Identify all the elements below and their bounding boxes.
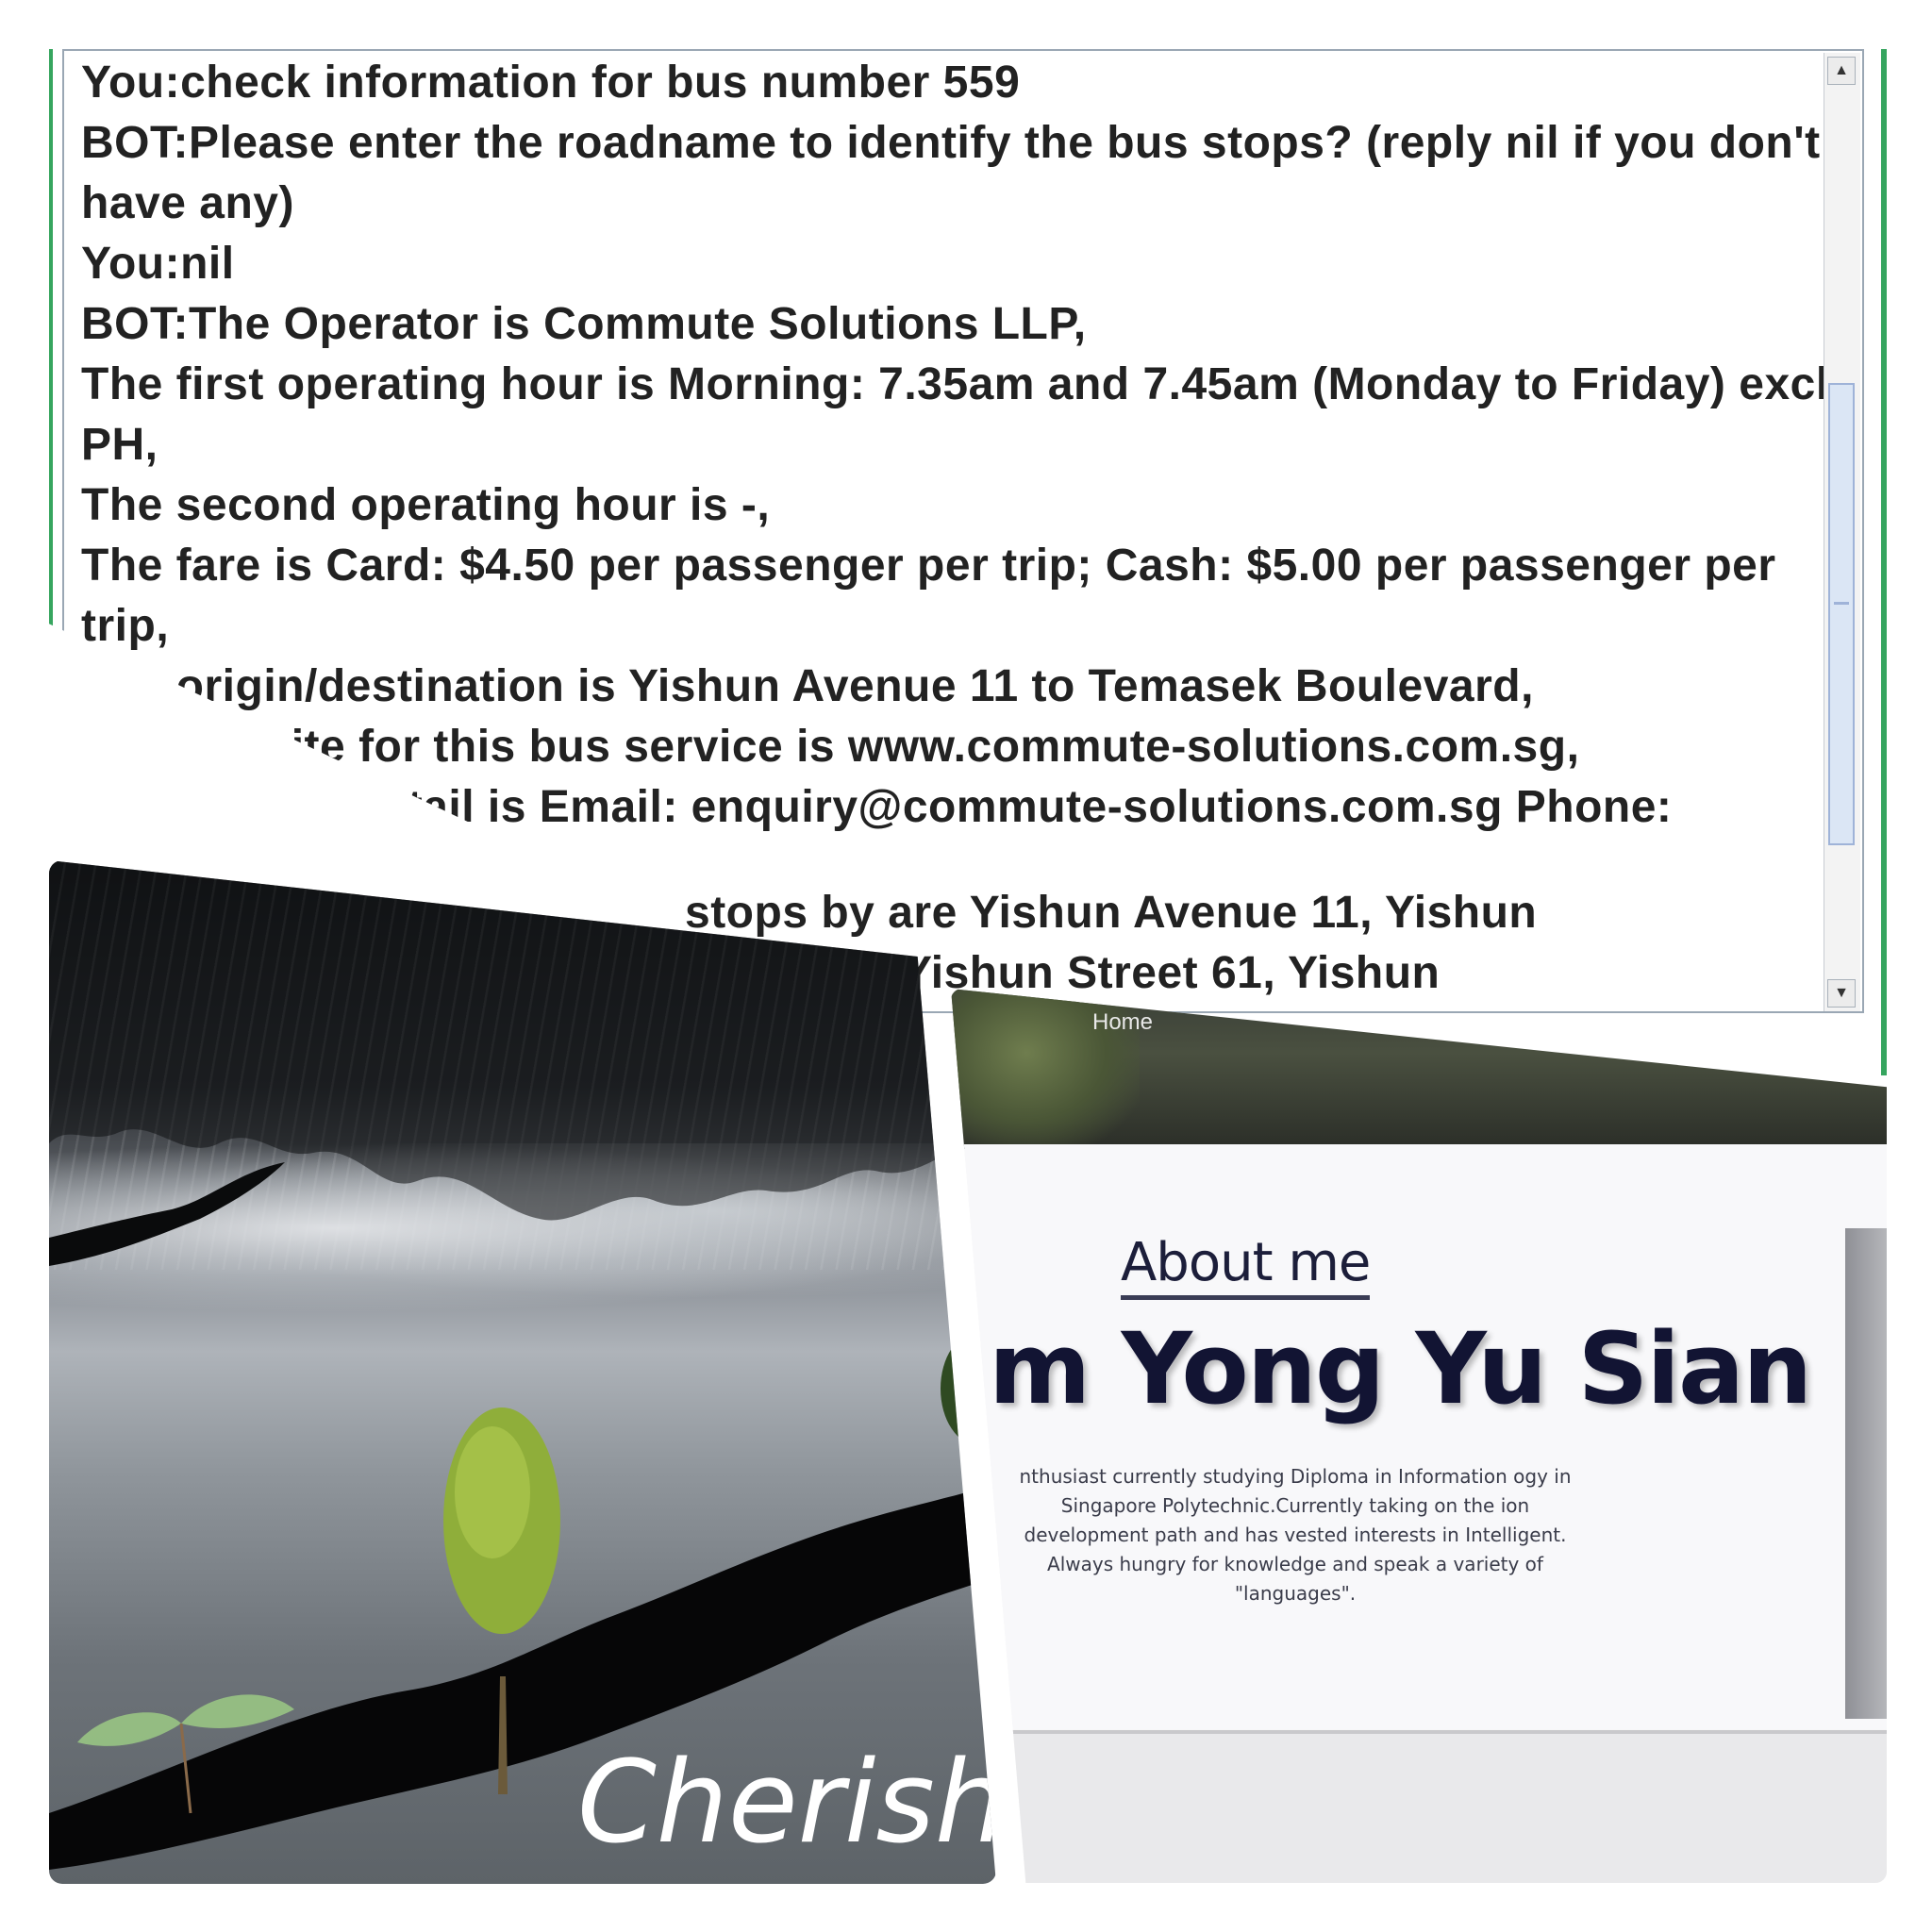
chat-line-bot: The second operating hour is -, <box>81 480 771 530</box>
seedling-leaf-right <box>181 1694 294 1728</box>
scroll-down-icon[interactable]: ▼ <box>1827 979 1856 1008</box>
chat-line-user: You:check information for bus number 559 <box>81 58 1021 108</box>
chat-textarea[interactable]: You:check information for bus number 559… <box>62 49 1864 1013</box>
chat-line-bot: BOT:The Operator is Commute Solutions LL… <box>81 299 1087 349</box>
site-footer <box>951 1730 1887 1883</box>
panel-edge-right <box>1881 49 1887 1075</box>
chat-line-bot: The website for this bus service is www.… <box>81 722 1580 772</box>
chat-log: You:check information for bus number 559… <box>81 53 1836 1006</box>
profile-bio: nthusiast currently studying Diploma in … <box>1019 1465 1572 1605</box>
vertical-scrollbar[interactable]: ▲ ▼ <box>1824 53 1860 1011</box>
chat-line-bot: The first operating hour is Morning: 7.3… <box>81 359 1829 470</box>
chat-line-bot: The origin/destination is Yishun Avenue … <box>81 661 1534 711</box>
chat-line-cut <box>81 838 1836 883</box>
chat-line-bot: The fare is Card: $4.50 per passenger pe… <box>81 541 1776 651</box>
panel-edge-left <box>49 49 53 813</box>
nature-photo-card: Cherish th <box>49 860 996 1884</box>
tree-silhouette <box>49 860 996 1870</box>
site-about-section <box>951 1144 1887 1729</box>
chat-line-bot: The contact detail is Email: enquiry@com… <box>81 782 1673 832</box>
chat-line-bot: BOT:Please enter the roadname to identif… <box>81 118 1821 228</box>
profile-name: m Yong Yu Sian <box>989 1311 1812 1426</box>
scroll-thumb[interactable] <box>1828 383 1855 845</box>
website-screenshot: Home About me m Yong Yu Sian nthusiast c… <box>951 989 1887 1883</box>
chat-line-user: You:nil <box>81 239 235 289</box>
nav-home-link[interactable]: Home <box>1092 1009 1153 1036</box>
photo-caption: Cherish th <box>577 1738 996 1869</box>
scroll-grip-icon <box>1834 602 1849 614</box>
left-branch <box>49 1162 285 1266</box>
scroll-up-icon[interactable]: ▲ <box>1827 57 1856 85</box>
seedling-leaf-left <box>77 1712 181 1746</box>
profile-photo <box>1845 1228 1887 1719</box>
about-heading: About me <box>1121 1232 1371 1300</box>
